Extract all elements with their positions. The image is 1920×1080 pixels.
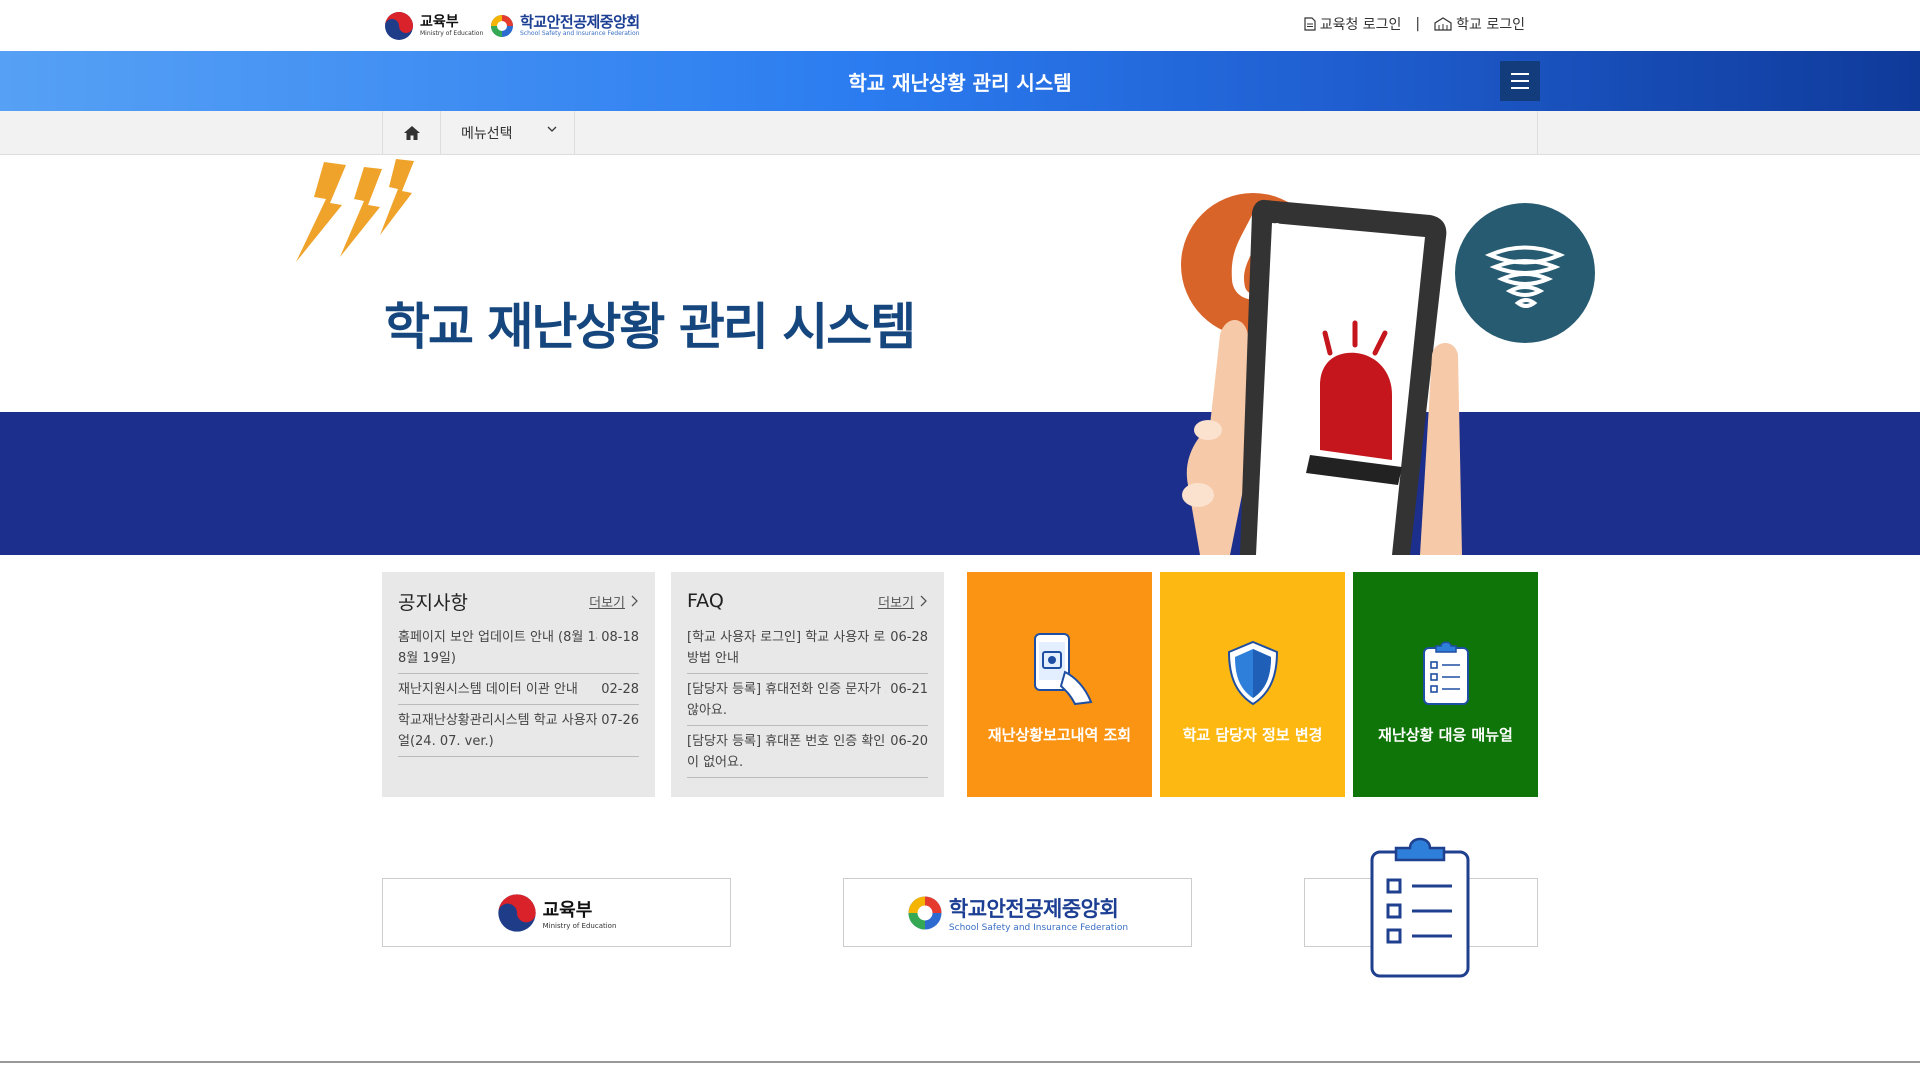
school-icon — [1434, 17, 1452, 31]
hero-blue-band — [0, 412, 1920, 555]
title-bar: 학교 재난상황 관리 시스템 — [0, 51, 1920, 111]
hamburger-icon-line — [1511, 87, 1529, 89]
faq-item-date: 06-21 — [886, 679, 928, 700]
menu-select-dropdown[interactable]: 메뉴선택 — [441, 111, 575, 155]
faq-item[interactable]: [담당자 등록] 휴대전화 인증 문자가 오지 않아요. 06-21 — [687, 674, 928, 726]
hamburger-icon-line — [1511, 80, 1529, 82]
office-login-label: 교육청 로그인 — [1319, 17, 1402, 33]
faq-item[interactable]: [학교 사용자 로그인] 학교 사용자 로그인 방법 안내 06-28 — [687, 622, 928, 674]
page: 교육부 Ministry of Education 학교안전공제중앙회 Scho… — [0, 0, 1920, 1080]
faq-item-date: 06-20 — [886, 731, 928, 752]
footer-moe-logo[interactable]: 교육부 Ministry of Education — [382, 878, 731, 947]
emergency-phone-illustration — [1181, 193, 1595, 555]
hero-title: 학교 재난상황 관리 시스템 — [384, 298, 916, 356]
shield-icon — [1227, 640, 1278, 706]
notice-title: 공지사항 — [398, 591, 468, 614]
notice-more-label: 더보기 — [589, 595, 625, 611]
footer-moe-en: Ministry of Education — [542, 921, 617, 930]
lightning-icon — [296, 159, 414, 262]
moe-logo-ko: 교육부 — [420, 14, 459, 30]
chevron-down-icon — [547, 126, 557, 132]
footer-moe-ko: 교육부 — [542, 899, 593, 921]
hamburger-icon — [1511, 73, 1529, 75]
clipboard-icon — [1422, 641, 1469, 705]
faq-item[interactable]: [담당자 등록] 휴대폰 번호 인증 확인 버튼이 없어요. 06-20 — [687, 726, 928, 778]
notice-item-date: 07-26 — [597, 710, 639, 731]
moe-logo[interactable]: 교육부 Ministry of Education — [384, 10, 483, 42]
footer-divider — [0, 1061, 1920, 1063]
menu-select-label: 메뉴선택 — [461, 126, 513, 142]
ssif-logo[interactable]: 학교안전공제중앙회 School Safety and Insurance Fe… — [490, 12, 640, 40]
notice-item[interactable]: 홈페이지 보안 업데이트 안내 (8월 18일 ~ 8월 19일) 08-18 — [398, 622, 639, 674]
taegeuk-icon — [385, 12, 413, 40]
phone-report-icon — [1033, 633, 1092, 706]
notice-item-date: 08-18 — [597, 627, 639, 648]
ssif-emblem-icon — [908, 896, 942, 929]
faq-more-link[interactable]: 더보기 — [878, 592, 928, 611]
faq-item-date: 06-28 — [886, 627, 928, 648]
home-button[interactable] — [383, 111, 441, 155]
manager-info-label: 학교 담당자 정보 변경 — [1182, 726, 1323, 744]
sub-navigation-inner: 메뉴선택 — [382, 111, 1538, 155]
school-login-link[interactable]: 학교 로그인 — [1434, 14, 1525, 34]
taegeuk-icon — [497, 893, 536, 932]
office-login-link[interactable]: 교육청 로그인 — [1304, 14, 1402, 34]
faq-panel: FAQ 더보기 [학교 사용자 로그인] 학교 사용자 로그인 방법 안내 06… — [671, 572, 944, 797]
sub-navigation: 메뉴선택 — [0, 111, 1920, 155]
ssif-logo-en: School Safety and Insurance Federation — [520, 30, 640, 37]
system-title: 학교 재난상황 관리 시스템 — [848, 71, 1072, 95]
notice-item[interactable]: 학교재난상황관리시스템 학교 사용자 매뉴얼(24. 07. ver.) 07-… — [398, 705, 639, 757]
ssif-emblem-icon — [491, 15, 513, 37]
moe-logo-en: Ministry of Education — [420, 30, 484, 37]
hero-banner: 학교 재난상황 관리 시스템 — [0, 155, 1920, 555]
chevron-right-icon — [631, 595, 638, 607]
chevron-right-icon — [920, 595, 927, 607]
top-links: 교육청 로그인 | 학교 로그인 — [1304, 14, 1525, 34]
notice-item[interactable]: 재난지원시스템 데이터 이관 안내 02-28 — [398, 674, 639, 705]
top-header: 교육부 Ministry of Education 학교안전공제중앙회 Scho… — [0, 0, 1920, 51]
notice-item-date: 02-28 — [597, 679, 639, 700]
response-manual-label: 재난상황 대응 매뉴얼 — [1378, 726, 1513, 744]
notice-more-link[interactable]: 더보기 — [589, 592, 639, 611]
notice-panel: 공지사항 더보기 홈페이지 보안 업데이트 안내 (8월 18일 ~ 8월 19… — [382, 572, 655, 797]
ssif-logo-ko: 학교안전공제중앙회 — [520, 13, 640, 31]
report-history-tile[interactable]: 재난상황보고내역 조회 — [967, 572, 1152, 797]
home-icon — [403, 126, 420, 140]
top-link-separator: | — [1415, 16, 1421, 32]
report-history-label: 재난상황보고내역 조회 — [987, 726, 1132, 744]
footer-ssif-ko: 학교안전공제중앙회 — [948, 896, 1119, 921]
footer-ssif-logo[interactable]: 학교안전공제중앙회 School Safety and Insurance Fe… — [843, 878, 1192, 947]
document-icon — [1304, 17, 1316, 31]
notice-header: 공지사항 더보기 — [398, 588, 639, 614]
hamburger-menu-button[interactable] — [1500, 61, 1540, 101]
clipboard-icon — [1370, 837, 1470, 978]
response-manual-tile[interactable]: 재난상황 대응 매뉴얼 — [1353, 572, 1538, 797]
faq-more-label: 더보기 — [878, 595, 914, 611]
manager-info-tile[interactable]: 학교 담당자 정보 변경 — [1160, 572, 1345, 797]
faq-title: FAQ — [687, 590, 724, 612]
footer-ssif-en: School Safety and Insurance Federation — [948, 922, 1129, 933]
school-login-label: 학교 로그인 — [1456, 17, 1525, 33]
faq-header: FAQ 더보기 — [687, 588, 928, 614]
